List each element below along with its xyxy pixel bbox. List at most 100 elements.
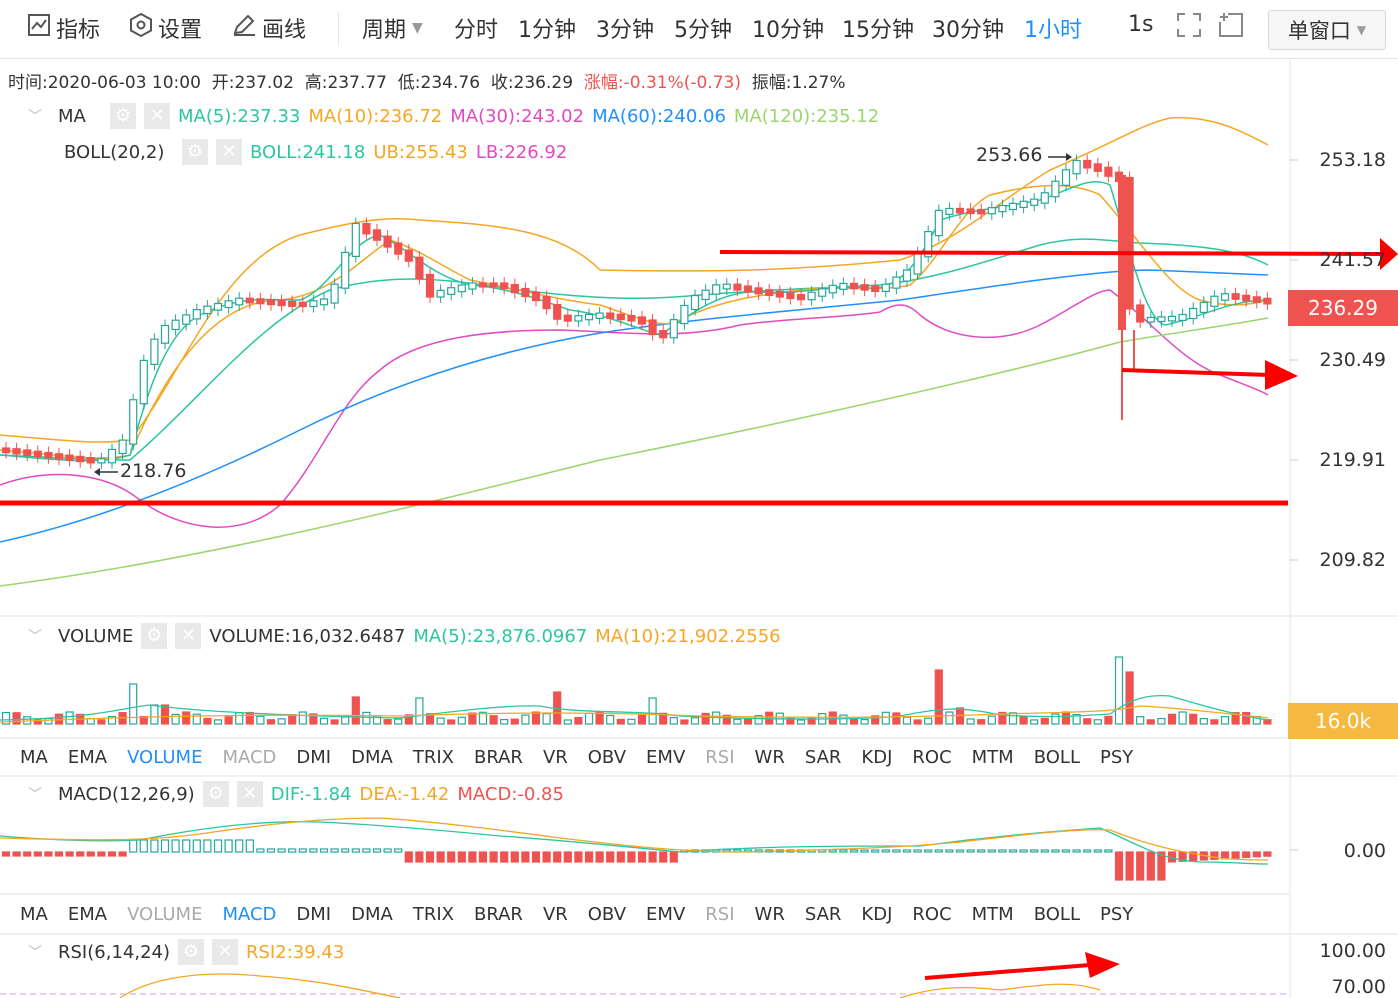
candle (12, 448, 21, 455)
tab-mtm[interactable]: MTM (972, 747, 1014, 768)
macd-bar (1252, 851, 1261, 858)
tab-obv[interactable]: OBV (588, 747, 626, 768)
macd-bar (23, 851, 32, 857)
volume-bar (1157, 717, 1166, 725)
volume-bar (415, 697, 424, 725)
tab-sar[interactable]: SAR (805, 747, 842, 768)
volume-bar (1167, 713, 1177, 725)
tab-roc[interactable]: ROC (912, 747, 951, 768)
tab-psy[interactable]: PSY (1100, 747, 1133, 768)
tab-dma[interactable]: DMA (351, 747, 393, 768)
macd-bar (1083, 849, 1092, 853)
tab-ma[interactable]: MA (20, 904, 48, 925)
tab-ma[interactable]: MA (20, 747, 48, 768)
tab-brar[interactable]: BRAR (474, 747, 523, 768)
tab-wr[interactable]: WR (755, 904, 785, 925)
tab-macd[interactable]: MACD (222, 747, 276, 768)
candle (1040, 192, 1049, 204)
volume-bar (330, 719, 339, 725)
macd-bar (372, 848, 382, 853)
volume-bar (1051, 713, 1060, 725)
collapse-chevron-icon[interactable]: ﹀ (28, 626, 50, 646)
tab-roc[interactable]: ROC (912, 904, 951, 925)
candle (160, 324, 170, 344)
tab-kdj[interactable]: KDJ (861, 904, 892, 925)
tab-emv[interactable]: EMV (646, 904, 685, 925)
macd-bar (1231, 851, 1240, 859)
candle (754, 287, 763, 295)
tab-dma[interactable]: DMA (351, 904, 393, 925)
candle (1030, 198, 1039, 206)
tab-rsi[interactable]: RSI (705, 904, 734, 925)
gear-icon[interactable]: ⚙ (178, 939, 204, 965)
macd-bar (553, 851, 562, 863)
volume-bar (680, 719, 689, 725)
volume-bar (489, 715, 498, 725)
tab-ema[interactable]: EMA (68, 904, 107, 925)
volume-bar (1146, 719, 1155, 725)
tab-vr[interactable]: VR (543, 904, 568, 925)
tab-obv[interactable]: OBV (588, 904, 626, 925)
tab-dmi[interactable]: DMI (296, 904, 331, 925)
macd-bar (362, 848, 371, 853)
volume-bar (362, 711, 371, 725)
volume-bar (542, 712, 551, 725)
volume-bar (606, 714, 615, 725)
current-price-tag: 236.29 (1288, 290, 1398, 326)
tab-boll[interactable]: BOLL (1034, 904, 1080, 925)
tab-kdj[interactable]: KDJ (861, 747, 892, 768)
low-arrow-head (1265, 360, 1298, 390)
tab-vr[interactable]: VR (543, 747, 568, 768)
candle (1136, 304, 1145, 323)
tab-macd[interactable]: MACD (222, 904, 276, 925)
close-icon[interactable]: ✕ (212, 939, 238, 965)
gear-icon[interactable]: ⚙ (141, 623, 168, 649)
macd-bar (510, 851, 519, 863)
candle (1252, 296, 1261, 303)
chart-canvas[interactable] (0, 0, 1398, 998)
macd-bar (160, 839, 170, 853)
macd-bar (97, 851, 106, 857)
macd-bar (1125, 851, 1134, 881)
macd-bar (860, 849, 869, 853)
macd-bar (436, 851, 445, 863)
candle (796, 293, 806, 301)
collapse-chevron-icon[interactable]: ﹀ (28, 784, 50, 804)
tab-dmi[interactable]: DMI (296, 747, 331, 768)
macd-bar (192, 839, 201, 853)
tab-psy[interactable]: PSY (1100, 904, 1133, 925)
tab-wr[interactable]: WR (755, 747, 785, 768)
boll-lower-band (0, 289, 1269, 528)
candle (786, 292, 795, 300)
volume-bar (1136, 716, 1145, 725)
candle (606, 312, 615, 319)
candle (563, 314, 572, 322)
tab-trix[interactable]: TRIX (413, 747, 454, 768)
candle (277, 299, 286, 307)
volume-bar (966, 718, 975, 725)
tab-emv[interactable]: EMV (646, 747, 685, 768)
tab-boll[interactable]: BOLL (1034, 747, 1080, 768)
macd-bar (12, 851, 21, 857)
volume-bar (1199, 718, 1208, 725)
tab-trix[interactable]: TRIX (413, 904, 454, 925)
volume-bar (733, 718, 742, 725)
tab-brar[interactable]: BRAR (474, 904, 523, 925)
gear-icon[interactable]: ⚙ (202, 781, 229, 807)
macd-bar (330, 848, 339, 853)
macd-bar (478, 851, 488, 863)
collapse-chevron-icon[interactable]: ﹀ (28, 942, 50, 962)
tab-volume[interactable]: VOLUME (127, 747, 202, 768)
close-icon[interactable]: ✕ (175, 623, 202, 649)
tab-ema[interactable]: EMA (68, 747, 107, 768)
tab-sar[interactable]: SAR (805, 904, 842, 925)
candle (235, 297, 244, 306)
macd-bar (1, 851, 11, 857)
macd-bar (902, 849, 912, 853)
volume-bar (160, 704, 170, 725)
close-icon[interactable]: ✕ (236, 781, 263, 807)
tab-volume[interactable]: VOLUME (127, 904, 202, 925)
tab-rsi[interactable]: RSI (705, 747, 734, 768)
macd-bar (245, 839, 254, 853)
tab-mtm[interactable]: MTM (972, 904, 1014, 925)
